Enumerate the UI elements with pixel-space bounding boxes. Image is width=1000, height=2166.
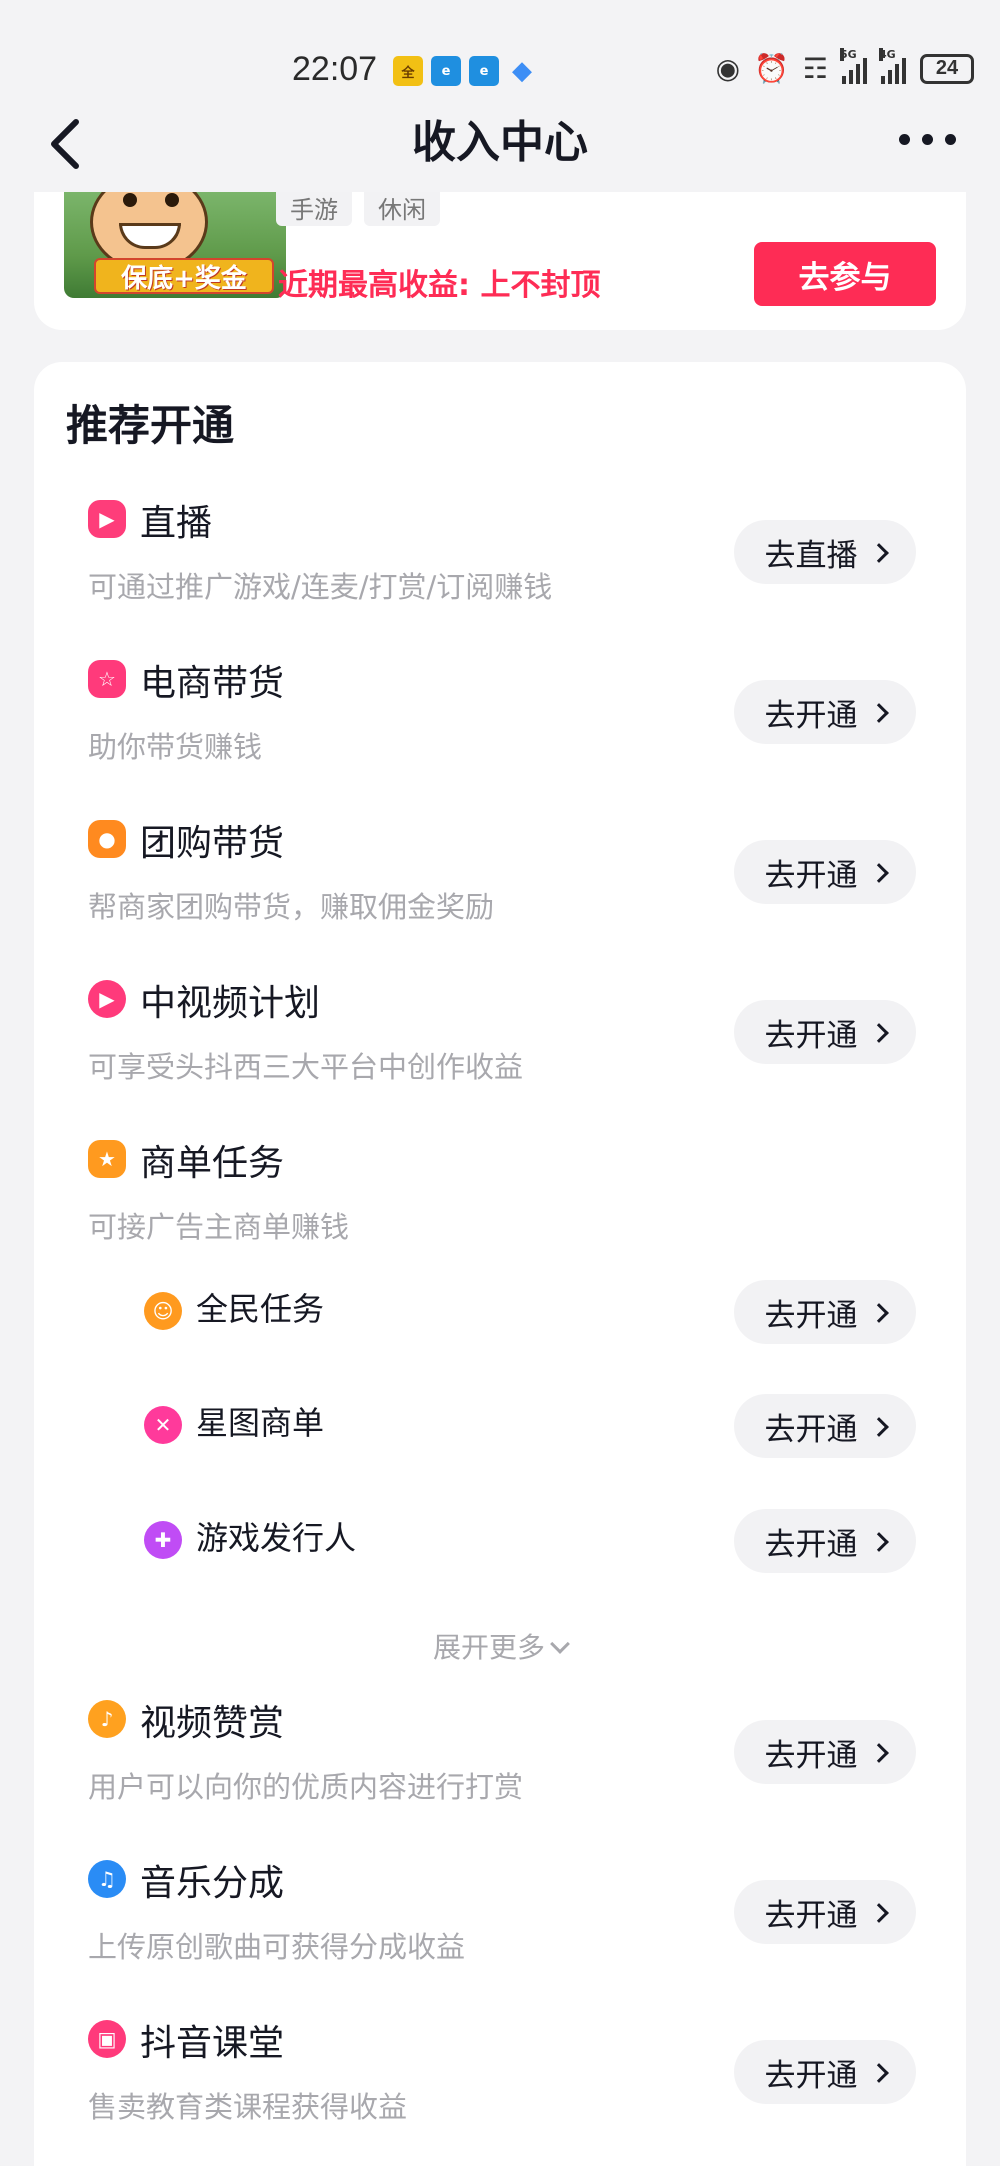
alarm-icon: ⏰ bbox=[754, 52, 789, 85]
status-time: 22:07 bbox=[292, 50, 378, 88]
item-desc: 可享受头抖西三大平台中创作收益 bbox=[88, 1050, 524, 1084]
chevron-right-icon bbox=[868, 1743, 889, 1763]
button-label: 去开通 bbox=[764, 1737, 858, 1774]
notification-icons: 全 e e ◆ bbox=[393, 56, 537, 86]
promo-tag: 手游 bbox=[276, 192, 352, 226]
chevron-right-icon bbox=[868, 1417, 889, 1437]
music-share-icon: ♫ bbox=[88, 1860, 126, 1898]
button-label: 去开通 bbox=[764, 1017, 858, 1054]
game-publisher-icon: ✚ bbox=[144, 1521, 182, 1559]
promo-tag: 休闲 bbox=[364, 192, 440, 226]
item-title: 音乐分成 bbox=[140, 1863, 285, 1904]
button-label: 去开通 bbox=[764, 1297, 858, 1334]
activate-button[interactable]: 去开通 bbox=[734, 840, 916, 904]
item-desc: 可接广告主商单赚钱 bbox=[88, 1210, 350, 1244]
item-title: 中视频计划 bbox=[140, 983, 321, 1024]
page-title: 收入中心 bbox=[412, 117, 588, 168]
activate-button[interactable]: 去开通 bbox=[734, 1880, 916, 1944]
item-desc: 帮商家团购带货，赚取佣金奖励 bbox=[88, 890, 495, 924]
item-title: 抖音课堂 bbox=[140, 2023, 285, 2064]
sub-item-title: 全民任务 bbox=[196, 1290, 325, 1328]
promo-badge: 保底+奖金 bbox=[94, 258, 274, 294]
trophy-icon: ★ bbox=[88, 1140, 126, 1178]
group-buy-icon: ● bbox=[88, 820, 126, 858]
chevron-down-icon bbox=[550, 1634, 570, 1654]
activate-button[interactable]: 去开通 bbox=[734, 1509, 916, 1573]
button-label: 去开通 bbox=[764, 1526, 858, 1563]
sub-item-title: 星图商单 bbox=[196, 1404, 325, 1442]
button-label: 去直播 bbox=[764, 537, 858, 574]
news-app-icon: 全 bbox=[393, 56, 423, 86]
browser-icon: e bbox=[469, 56, 499, 86]
shield-icon: ◆ bbox=[512, 56, 532, 86]
course-icon: ▣ bbox=[88, 2020, 126, 2058]
browser-icon: e bbox=[431, 56, 461, 86]
chevron-right-icon bbox=[868, 543, 889, 563]
button-label: 去开通 bbox=[764, 2057, 858, 2094]
section-title: 推荐开通 bbox=[66, 401, 235, 450]
promo-tags: 手游 休闲 bbox=[276, 192, 440, 226]
item-title: 商单任务 bbox=[140, 1143, 285, 1184]
promo-earnings-text: 近期最高收益: 上不封顶 bbox=[278, 268, 601, 303]
item-title: 团购带货 bbox=[140, 823, 285, 864]
item-title: 直播 bbox=[140, 503, 213, 544]
shopping-cart-icon: ☆ bbox=[88, 660, 126, 698]
item-desc: 上传原创歌曲可获得分成收益 bbox=[88, 1930, 466, 1964]
expand-more-label: 展开更多 bbox=[432, 1631, 545, 1664]
button-label: 去开通 bbox=[764, 697, 858, 734]
item-title: 视频赞赏 bbox=[140, 1703, 285, 1744]
item-desc: 用户可以向你的优质内容进行打赏 bbox=[88, 1770, 524, 1804]
item-desc: 售卖教育类课程获得收益 bbox=[88, 2090, 408, 2124]
nav-bar: 收入中心 bbox=[0, 100, 1000, 192]
activate-button[interactable]: 去开通 bbox=[734, 1394, 916, 1458]
activate-button[interactable]: 去开通 bbox=[734, 1720, 916, 1784]
activate-button[interactable]: 去开通 bbox=[734, 2040, 916, 2104]
activate-button[interactable]: 去开通 bbox=[734, 1280, 916, 1344]
eye-icon: ◉ bbox=[715, 52, 741, 85]
activate-button[interactable]: 去开通 bbox=[734, 1000, 916, 1064]
people-task-icon: ☺ bbox=[144, 1292, 182, 1330]
chevron-right-icon bbox=[868, 863, 889, 883]
button-label: 去开通 bbox=[764, 1411, 858, 1448]
video-reward-icon: ♪ bbox=[88, 1700, 126, 1738]
status-bar: 22:07 全 e e ◆ ◉ ⏰ ☶ 5G 4G 24 bbox=[0, 0, 1000, 110]
chevron-right-icon bbox=[868, 703, 889, 723]
button-label: 去开通 bbox=[764, 857, 858, 894]
star-map-icon: ✕ bbox=[144, 1406, 182, 1444]
chevron-right-icon bbox=[868, 1023, 889, 1043]
chevron-right-icon bbox=[868, 1303, 889, 1323]
item-desc: 可通过推广游戏/连麦/打赏/订阅赚钱 bbox=[88, 570, 553, 604]
chevron-right-icon bbox=[868, 2063, 889, 2083]
more-options-icon[interactable] bbox=[899, 134, 956, 145]
chevron-right-icon bbox=[868, 1903, 889, 1923]
item-title: 电商带货 bbox=[140, 663, 285, 704]
sub-item-title: 游戏发行人 bbox=[196, 1519, 357, 1557]
recommended-section: 推荐开通 ▶ 直播 可通过推广游戏/连麦/打赏/订阅赚钱 去直播 ☆ 电商带货 … bbox=[34, 362, 966, 2166]
signal-5g-icon: 5G bbox=[840, 47, 867, 84]
system-icons: ◉ ⏰ ☶ 5G 4G 24 bbox=[715, 47, 974, 85]
button-label: 去开通 bbox=[764, 1897, 858, 1934]
activate-button[interactable]: 去开通 bbox=[734, 680, 916, 744]
live-camera-icon: ▶ bbox=[88, 500, 126, 538]
promo-card[interactable]: 保底+奖金 手游 休闲 近期最高收益: 上不封顶 去参与 bbox=[34, 192, 966, 330]
wifi-icon: ☶ bbox=[802, 52, 828, 85]
video-plan-icon: ▶ bbox=[88, 980, 126, 1018]
battery-icon: 24 bbox=[920, 53, 974, 84]
join-button[interactable]: 去参与 bbox=[754, 242, 936, 306]
go-live-button[interactable]: 去直播 bbox=[734, 520, 916, 584]
game-thumbnail: 保底+奖金 bbox=[64, 192, 286, 298]
chevron-right-icon bbox=[868, 1532, 889, 1552]
signal-4g-icon: 4G bbox=[879, 47, 906, 84]
item-desc: 助你带货赚钱 bbox=[88, 730, 263, 764]
expand-more-link[interactable]: 展开更多 bbox=[34, 1626, 966, 1666]
